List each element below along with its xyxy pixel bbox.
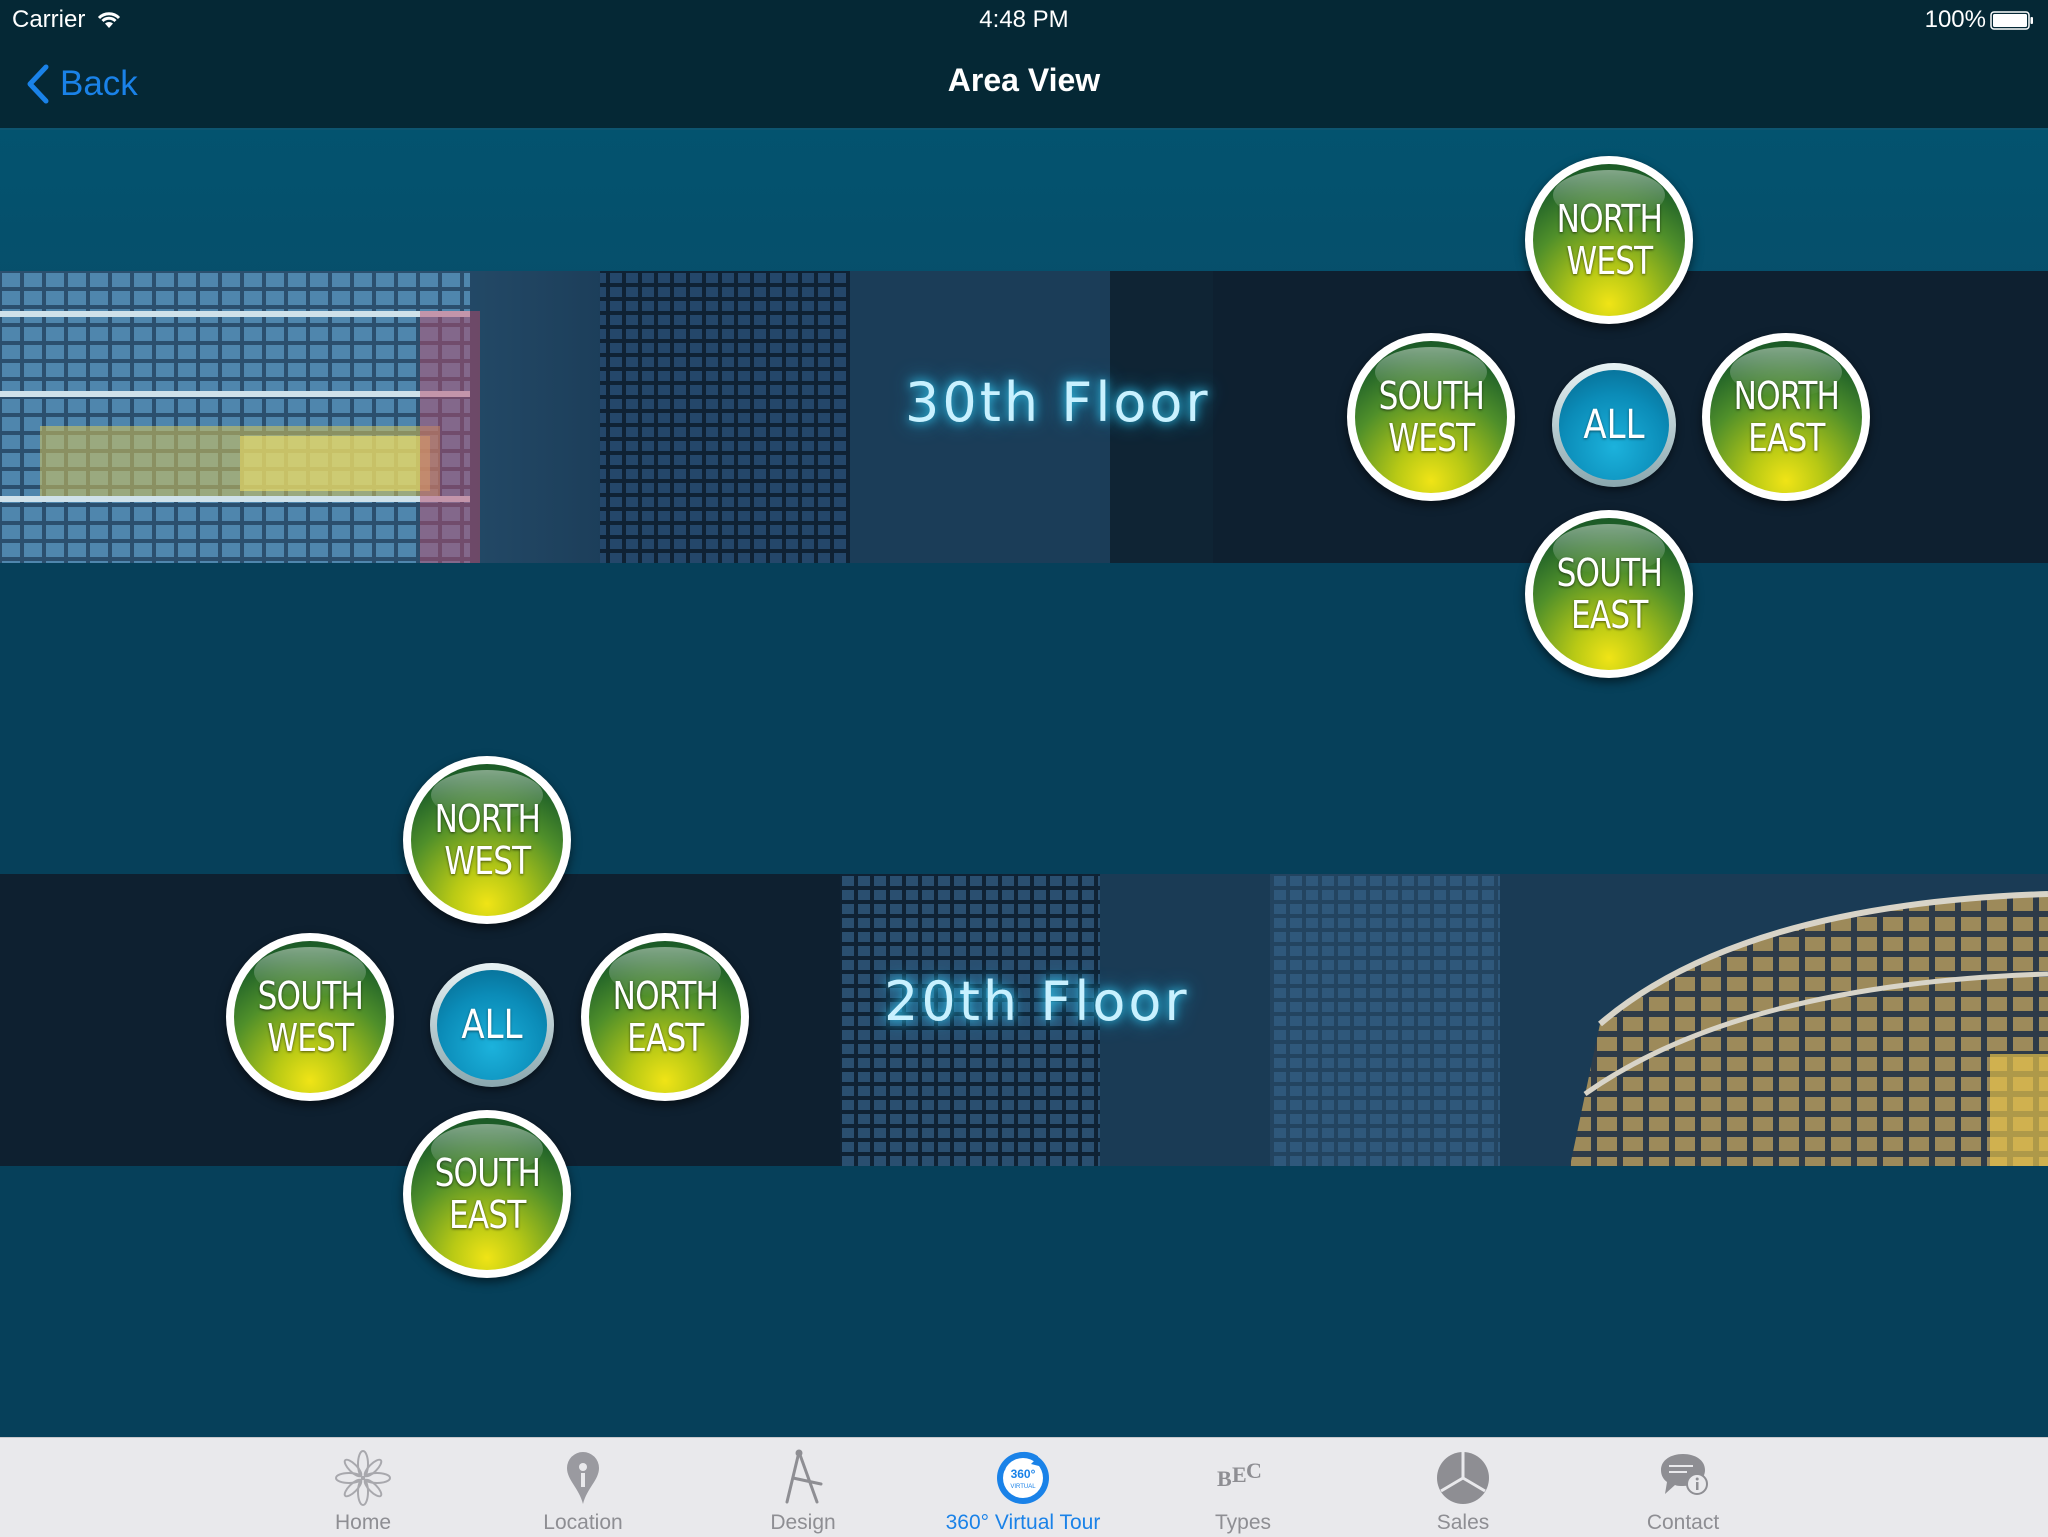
all-label: ALL xyxy=(461,1002,523,1048)
north-east-line-2: EAST xyxy=(626,1016,704,1060)
svg-text:C: C xyxy=(1246,1458,1262,1483)
north-east-line-2: EAST xyxy=(1747,416,1825,460)
tab-contact-label: Contact xyxy=(1646,1511,1720,1534)
battery-percentage: 100% xyxy=(1924,6,1986,33)
tab-contact[interactable]: Contact xyxy=(1593,1438,1773,1537)
location-pin-icon xyxy=(567,1452,599,1504)
tab-sales[interactable]: Sales xyxy=(1373,1438,1553,1537)
tab-360-virtual-tour-label: 360° Virtual Tour xyxy=(945,1511,1101,1534)
floor-20-south-east-button[interactable]: SOUTH EAST xyxy=(403,1110,571,1278)
tab-types[interactable]: B E C Types xyxy=(1153,1438,1333,1537)
south-west-line-1: SOUTH xyxy=(257,974,363,1018)
floor-30-south-west-button[interactable]: SOUTH WEST xyxy=(1347,333,1515,501)
south-east-line-2: EAST xyxy=(1570,593,1648,637)
clock: 4:48 PM xyxy=(979,6,1069,33)
navigation-bar: Carrier 4:48 PM 100% Back Area View xyxy=(0,0,2048,130)
north-west-line-2: WEST xyxy=(443,839,531,883)
south-east-line-1: SOUTH xyxy=(434,1151,540,1195)
tab-bar: Home Location Design 360° VIRTUAL 360° V… xyxy=(0,1437,2048,1537)
north-east-line-1: NORTH xyxy=(1733,374,1839,418)
north-west-line-1: NORTH xyxy=(434,797,540,841)
floor-30-north-west-button[interactable]: NORTH WEST xyxy=(1525,156,1693,324)
floor-20-north-west-button[interactable]: NORTH WEST xyxy=(403,756,571,924)
tab-types-label: Types xyxy=(1214,1511,1272,1534)
south-east-line-2: EAST xyxy=(448,1193,526,1237)
types-letters-icon: B E C xyxy=(1217,1458,1262,1491)
pie-chart-icon xyxy=(1437,1452,1489,1504)
tab-home[interactable]: Home xyxy=(273,1438,453,1537)
north-west-line-1: NORTH xyxy=(1556,197,1662,241)
south-east-line-1: SOUTH xyxy=(1556,551,1662,595)
floor-20-north-east-button[interactable]: NORTH EAST xyxy=(581,933,749,1101)
virtual-tour-360-icon: 360° VIRTUAL xyxy=(997,1451,1049,1504)
page-title: Area View xyxy=(947,62,1101,98)
tab-design[interactable]: Design xyxy=(713,1438,893,1537)
tab-location[interactable]: Location xyxy=(493,1438,673,1537)
floor-30-north-east-button[interactable]: NORTH EAST xyxy=(1702,333,1870,501)
south-west-line-1: SOUTH xyxy=(1378,374,1484,418)
north-east-line-1: NORTH xyxy=(612,974,718,1018)
floor-20-all-button[interactable]: ALL xyxy=(430,963,554,1087)
tab-home-label: Home xyxy=(334,1511,392,1534)
svg-text:E: E xyxy=(1232,1462,1247,1487)
tab-360-virtual-tour[interactable]: 360° VIRTUAL 360° Virtual Tour xyxy=(933,1438,1113,1537)
tab-sales-label: Sales xyxy=(1436,1511,1490,1534)
tab-design-label: Design xyxy=(770,1511,836,1534)
area-view-content: 30th Floor 20th Floor NORTH WEST SOUTH W… xyxy=(0,130,2048,1437)
chat-info-icon xyxy=(1661,1454,1708,1495)
tab-location-label: Location xyxy=(543,1511,623,1534)
floor-30-all-button[interactable]: ALL xyxy=(1552,363,1676,487)
south-west-line-2: WEST xyxy=(1387,416,1475,460)
floor-30-label: 30th Floor xyxy=(905,371,1211,434)
flower-icon xyxy=(335,1450,391,1506)
drafting-compass-icon xyxy=(785,1449,823,1504)
svg-text:B: B xyxy=(1217,1466,1232,1491)
all-label: ALL xyxy=(1583,402,1645,448)
south-west-line-2: WEST xyxy=(266,1016,354,1060)
floor-30-south-east-button[interactable]: SOUTH EAST xyxy=(1525,510,1693,678)
svg-text:360°: 360° xyxy=(1011,1467,1036,1481)
battery-icon xyxy=(1990,11,2033,30)
floor-20-south-west-button[interactable]: SOUTH WEST xyxy=(226,933,394,1101)
floor-20-label: 20th Floor xyxy=(884,970,1190,1033)
svg-text:VIRTUAL: VIRTUAL xyxy=(1010,1484,1036,1490)
north-west-line-2: WEST xyxy=(1565,239,1653,283)
